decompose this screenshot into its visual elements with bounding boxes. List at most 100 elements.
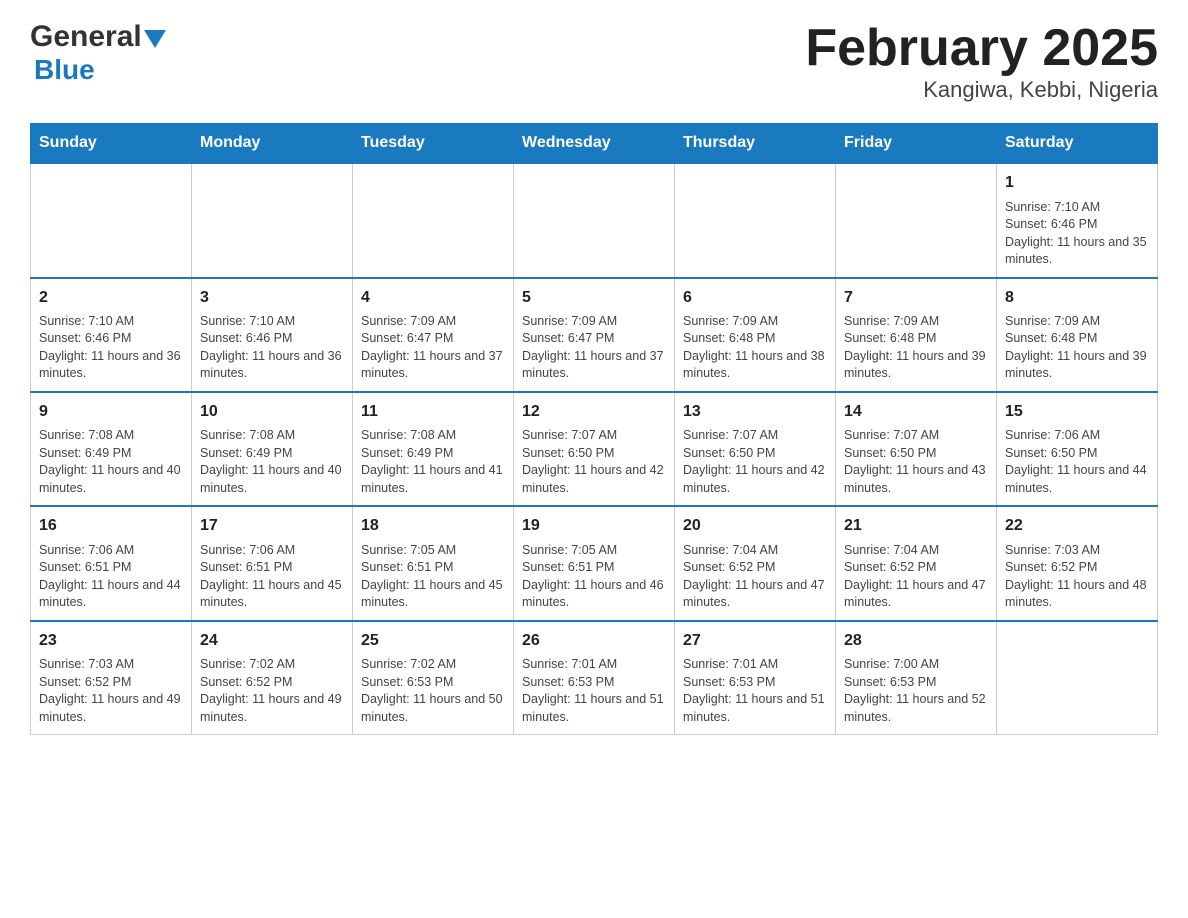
week-row-4: 16 Sunrise: 7:06 AM Sunset: 6:51 PM Dayli… bbox=[31, 506, 1158, 620]
week-row-2: 2 Sunrise: 7:10 AM Sunset: 6:46 PM Daylig… bbox=[31, 278, 1158, 392]
calendar-subtitle: Kangiwa, Kebbi, Nigeria bbox=[805, 77, 1158, 103]
calendar-title: February 2025 bbox=[805, 20, 1158, 77]
logo: General Blue bbox=[30, 20, 166, 85]
calendar-table: SundayMondayTuesdayWednesdayThursdayFrid… bbox=[30, 123, 1158, 735]
column-header-monday: Monday bbox=[192, 124, 353, 164]
day-number: 16 bbox=[39, 515, 183, 537]
day-cell: 24Sunrise: 7:02 AM Sunset: 6:52 PM Dayli… bbox=[192, 621, 353, 735]
day-number: 19 bbox=[522, 515, 666, 537]
column-header-wednesday: Wednesday bbox=[514, 124, 675, 164]
day-cell: 5 Sunrise: 7:09 AM Sunset: 6:47 PM Daylig… bbox=[514, 278, 675, 392]
column-header-saturday: Saturday bbox=[997, 124, 1158, 164]
day-info: Sunrise: 7:01 AM Sunset: 6:53 PM Dayligh… bbox=[683, 656, 827, 726]
logo-arrow-icon bbox=[144, 30, 166, 48]
day-number: 25 bbox=[361, 630, 505, 652]
day-info: Sunrise: 7:03 AM Sunset: 6:52 PM Dayligh… bbox=[39, 656, 183, 726]
day-cell: 9 Sunrise: 7:08 AM Sunset: 6:49 PM Daylig… bbox=[31, 392, 192, 506]
day-info: Sunrise: 7:03 AM Sunset: 6:52 PM Dayligh… bbox=[1005, 542, 1149, 612]
day-info: Sunrise: 7:10 AM Sunset: 6:46 PM Dayligh… bbox=[200, 313, 344, 383]
day-cell: 25 Sunrise: 7:02 AM Sunset: 6:53 PM Dayli… bbox=[353, 621, 514, 735]
day-number: 3 bbox=[200, 287, 344, 309]
day-info: Sunrise: 7:07 AM Sunset: 6:50 PM Dayligh… bbox=[522, 427, 666, 497]
calendar-header: SundayMondayTuesdayWednesdayThursdayFrid… bbox=[31, 124, 1158, 164]
day-cell bbox=[31, 163, 192, 277]
day-cell: 12 Sunrise: 7:07 AM Sunset: 6:50 PM Dayli… bbox=[514, 392, 675, 506]
day-info: Sunrise: 7:08 AM Sunset: 6:49 PM Dayligh… bbox=[200, 427, 344, 497]
day-cell: 14 Sunrise: 7:07 AM Sunset: 6:50 PM Dayli… bbox=[836, 392, 997, 506]
logo-general-text: General bbox=[30, 20, 166, 55]
day-number: 8 bbox=[1005, 287, 1149, 309]
day-cell bbox=[997, 621, 1158, 735]
day-number: 1 bbox=[1005, 172, 1149, 194]
day-cell: 19 Sunrise: 7:05 AM Sunset: 6:51 PM Dayli… bbox=[514, 506, 675, 620]
day-cell: 27 Sunrise: 7:01 AM Sunset: 6:53 PM Dayli… bbox=[675, 621, 836, 735]
day-info: Sunrise: 7:02 AM Sunset: 6:52 PM Dayligh… bbox=[200, 656, 344, 726]
day-info: Sunrise: 7:06 AM Sunset: 6:51 PM Dayligh… bbox=[200, 542, 344, 612]
day-number: 28 bbox=[844, 630, 988, 652]
day-info: Sunrise: 7:01 AM Sunset: 6:53 PM Dayligh… bbox=[522, 656, 666, 726]
day-number: 2 bbox=[39, 287, 183, 309]
day-number: 13 bbox=[683, 401, 827, 423]
page-header: General Blue February 2025 Kangiwa, Kebb… bbox=[30, 20, 1158, 103]
week-row-1: 1 Sunrise: 7:10 AM Sunset: 6:46 PM Daylig… bbox=[31, 163, 1158, 277]
day-info: Sunrise: 7:05 AM Sunset: 6:51 PM Dayligh… bbox=[522, 542, 666, 612]
day-info: Sunrise: 7:04 AM Sunset: 6:52 PM Dayligh… bbox=[844, 542, 988, 612]
day-number: 4 bbox=[361, 287, 505, 309]
day-info: Sunrise: 7:06 AM Sunset: 6:51 PM Dayligh… bbox=[39, 542, 183, 612]
day-cell bbox=[192, 163, 353, 277]
calendar-body: 1 Sunrise: 7:10 AM Sunset: 6:46 PM Daylig… bbox=[31, 163, 1158, 734]
day-info: Sunrise: 7:05 AM Sunset: 6:51 PM Dayligh… bbox=[361, 542, 505, 612]
day-number: 10 bbox=[200, 401, 344, 423]
day-cell: 3 Sunrise: 7:10 AM Sunset: 6:46 PM Daylig… bbox=[192, 278, 353, 392]
day-number: 15 bbox=[1005, 401, 1149, 423]
day-cell: 21Sunrise: 7:04 AM Sunset: 6:52 PM Dayli… bbox=[836, 506, 997, 620]
day-number: 23 bbox=[39, 630, 183, 652]
day-cell: 13 Sunrise: 7:07 AM Sunset: 6:50 PM Dayli… bbox=[675, 392, 836, 506]
day-number: 12 bbox=[522, 401, 666, 423]
day-cell: 11Sunrise: 7:08 AM Sunset: 6:49 PM Dayli… bbox=[353, 392, 514, 506]
day-number: 14 bbox=[844, 401, 988, 423]
day-info: Sunrise: 7:10 AM Sunset: 6:46 PM Dayligh… bbox=[1005, 199, 1149, 269]
column-header-thursday: Thursday bbox=[675, 124, 836, 164]
day-number: 17 bbox=[200, 515, 344, 537]
day-info: Sunrise: 7:10 AM Sunset: 6:46 PM Dayligh… bbox=[39, 313, 183, 383]
day-info: Sunrise: 7:09 AM Sunset: 6:47 PM Dayligh… bbox=[522, 313, 666, 383]
day-cell: 16 Sunrise: 7:06 AM Sunset: 6:51 PM Dayli… bbox=[31, 506, 192, 620]
day-cell: 28Sunrise: 7:00 AM Sunset: 6:53 PM Dayli… bbox=[836, 621, 997, 735]
day-info: Sunrise: 7:08 AM Sunset: 6:49 PM Dayligh… bbox=[39, 427, 183, 497]
day-cell: 18Sunrise: 7:05 AM Sunset: 6:51 PM Dayli… bbox=[353, 506, 514, 620]
day-cell: 4Sunrise: 7:09 AM Sunset: 6:47 PM Daylig… bbox=[353, 278, 514, 392]
header-row: SundayMondayTuesdayWednesdayThursdayFrid… bbox=[31, 124, 1158, 164]
day-number: 22 bbox=[1005, 515, 1149, 537]
day-cell: 20 Sunrise: 7:04 AM Sunset: 6:52 PM Dayli… bbox=[675, 506, 836, 620]
day-number: 5 bbox=[522, 287, 666, 309]
day-info: Sunrise: 7:04 AM Sunset: 6:52 PM Dayligh… bbox=[683, 542, 827, 612]
day-info: Sunrise: 7:06 AM Sunset: 6:50 PM Dayligh… bbox=[1005, 427, 1149, 497]
day-cell: 7Sunrise: 7:09 AM Sunset: 6:48 PM Daylig… bbox=[836, 278, 997, 392]
day-number: 9 bbox=[39, 401, 183, 423]
day-number: 27 bbox=[683, 630, 827, 652]
day-cell: 26 Sunrise: 7:01 AM Sunset: 6:53 PM Dayli… bbox=[514, 621, 675, 735]
week-row-3: 9 Sunrise: 7:08 AM Sunset: 6:49 PM Daylig… bbox=[31, 392, 1158, 506]
column-header-tuesday: Tuesday bbox=[353, 124, 514, 164]
day-cell: 2 Sunrise: 7:10 AM Sunset: 6:46 PM Daylig… bbox=[31, 278, 192, 392]
day-info: Sunrise: 7:02 AM Sunset: 6:53 PM Dayligh… bbox=[361, 656, 505, 726]
day-number: 6 bbox=[683, 287, 827, 309]
day-cell: 8 Sunrise: 7:09 AM Sunset: 6:48 PM Daylig… bbox=[997, 278, 1158, 392]
day-cell bbox=[836, 163, 997, 277]
day-cell bbox=[675, 163, 836, 277]
day-info: Sunrise: 7:07 AM Sunset: 6:50 PM Dayligh… bbox=[683, 427, 827, 497]
day-number: 7 bbox=[844, 287, 988, 309]
day-number: 11 bbox=[361, 401, 505, 423]
day-cell: 10 Sunrise: 7:08 AM Sunset: 6:49 PM Dayli… bbox=[192, 392, 353, 506]
day-cell: 6 Sunrise: 7:09 AM Sunset: 6:48 PM Daylig… bbox=[675, 278, 836, 392]
day-info: Sunrise: 7:09 AM Sunset: 6:48 PM Dayligh… bbox=[1005, 313, 1149, 383]
day-info: Sunrise: 7:07 AM Sunset: 6:50 PM Dayligh… bbox=[844, 427, 988, 497]
column-header-sunday: Sunday bbox=[31, 124, 192, 164]
day-cell: 23 Sunrise: 7:03 AM Sunset: 6:52 PM Dayli… bbox=[31, 621, 192, 735]
day-number: 26 bbox=[522, 630, 666, 652]
day-number: 20 bbox=[683, 515, 827, 537]
day-info: Sunrise: 7:09 AM Sunset: 6:48 PM Dayligh… bbox=[683, 313, 827, 383]
week-row-5: 23 Sunrise: 7:03 AM Sunset: 6:52 PM Dayli… bbox=[31, 621, 1158, 735]
title-block: February 2025 Kangiwa, Kebbi, Nigeria bbox=[805, 20, 1158, 103]
